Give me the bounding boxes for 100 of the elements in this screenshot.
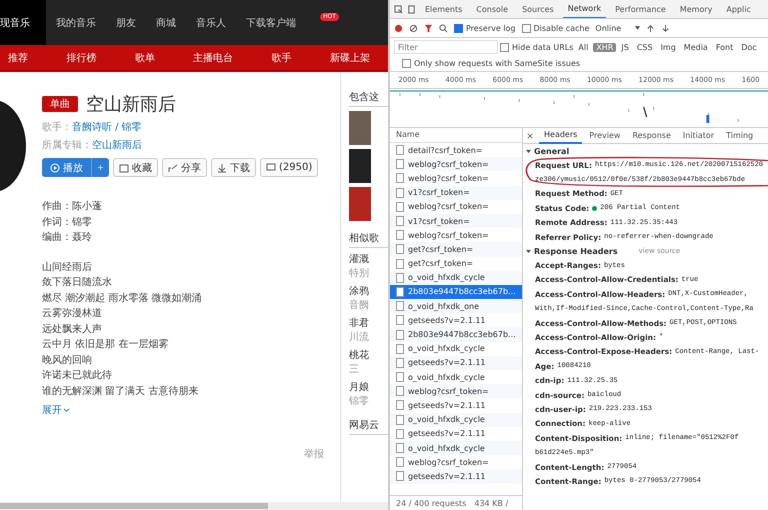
samesite-checkbox[interactable]: Only show requests with SameSite issues <box>402 59 580 68</box>
nav-link[interactable]: 朋友 <box>106 0 146 45</box>
inspect-icon[interactable] <box>394 4 403 14</box>
request-row[interactable]: weblog?csrf_token= <box>390 157 522 172</box>
request-row[interactable]: 2b803e9447b8cc3eb67b... <box>390 284 522 300</box>
similar-song-title[interactable]: 灌溉 <box>349 252 388 266</box>
search-icon[interactable] <box>439 24 448 32</box>
disable-cache-checkbox[interactable]: Disable cache <box>522 24 590 32</box>
clear-icon[interactable] <box>409 24 418 32</box>
download-button[interactable]: 下载 <box>211 158 256 177</box>
request-row[interactable]: getseeds?v=2.1.11 <box>390 469 522 484</box>
devtools-tab[interactable]: Console <box>471 0 514 18</box>
request-row[interactable]: o_void_hfxdk_cycle <box>390 440 522 456</box>
sub-nav-link[interactable]: 主播电台 <box>189 50 238 66</box>
request-row[interactable]: weblog?csrf_token= <box>390 455 522 470</box>
request-row[interactable]: o_void_hfxdk_cycle <box>390 342 522 356</box>
similar-song-title[interactable]: 非君 <box>349 316 388 330</box>
sub-nav-link[interactable]: 歌手 <box>268 50 296 66</box>
comment-button[interactable]: (2950) <box>260 158 318 177</box>
play-button[interactable]: 播放 <box>42 158 91 177</box>
devtools-tab[interactable]: Elements <box>420 0 468 18</box>
request-row[interactable]: get?csrf_token= <box>390 256 522 271</box>
lyric-line: 谁的无解深渊 留了满天 古意待朋来 <box>42 384 200 398</box>
request-row[interactable]: getseeds?v=2.1.11 <box>390 356 522 370</box>
similar-song-title[interactable]: 桃花 <box>349 348 388 362</box>
request-row[interactable]: weblog?csrf_token= <box>390 384 522 398</box>
similar-song-title[interactable]: 涂鸦 <box>349 284 388 298</box>
similar-song-title[interactable]: 月娘 <box>349 380 388 394</box>
nav-link[interactable]: 下载客户端 <box>236 0 306 45</box>
type-filter[interactable]: CSS <box>634 42 656 52</box>
download-icon[interactable] <box>661 24 670 32</box>
device-icon[interactable] <box>407 4 416 14</box>
request-row[interactable]: o_void_hfxdk_cycle <box>390 370 522 384</box>
request-row[interactable]: getseeds?v=2.1.11 <box>390 398 522 413</box>
nav-link[interactable]: 商城 <box>146 0 186 45</box>
type-filter[interactable]: XHR <box>593 42 616 52</box>
request-row[interactable]: o_void_hfxdk_cycle <box>390 270 522 285</box>
request-row[interactable]: 2b803e9447b8cc3eb67b... <box>390 327 522 342</box>
type-filter[interactable]: Font <box>712 42 736 52</box>
photo-placeholder <box>349 111 371 145</box>
request-row[interactable]: o_void_hfxdk_one <box>390 299 522 314</box>
detail-tab[interactable]: Initiator <box>678 128 720 142</box>
section-title[interactable]: Response Headers <box>534 246 618 256</box>
detail-tab[interactable]: Timing <box>721 128 758 142</box>
detail-tab[interactable]: Preview <box>584 128 626 142</box>
file-icon <box>396 428 404 439</box>
expand-link[interactable]: 展开 <box>42 403 70 417</box>
request-row[interactable]: getseeds?v=2.1.11 <box>390 313 522 328</box>
collect-button[interactable]: 收藏 <box>113 158 158 177</box>
name-column-header[interactable]: Name <box>390 128 522 143</box>
file-icon <box>396 386 404 396</box>
detail-tab[interactable]: Headers <box>539 128 582 144</box>
upload-icon[interactable] <box>646 24 656 32</box>
type-filter[interactable]: Doc <box>738 42 760 52</box>
expanded-triangle-icon[interactable] <box>526 148 531 154</box>
type-filter[interactable]: JS <box>618 42 632 52</box>
section-title[interactable]: General <box>534 146 570 156</box>
plus-icon <box>98 164 103 171</box>
devtools-tab[interactable]: Performance <box>610 0 671 18</box>
request-row[interactable]: v1?csrf_token= <box>390 186 522 200</box>
sub-nav-link[interactable]: 排行榜 <box>62 50 100 66</box>
nav-link[interactable]: 现音乐 <box>0 0 46 45</box>
nav-link[interactable]: 我的音乐 <box>46 0 106 45</box>
similar-song-artist: 锦零 <box>349 395 370 408</box>
request-row[interactable]: weblog?csrf_token= <box>390 171 522 186</box>
devtools-tab[interactable]: Sources <box>517 0 559 18</box>
type-filter[interactable]: Media <box>680 42 711 52</box>
expanded-triangle-icon[interactable] <box>526 248 531 254</box>
request-row[interactable]: o_void_hfxdk_cycle <box>390 412 522 427</box>
file-icon <box>396 286 404 297</box>
request-row[interactable]: detail?csrf_token= <box>390 143 522 158</box>
devtools-tab[interactable]: Memory <box>674 0 718 18</box>
request-row[interactable]: getseeds?v=2.1.11 <box>390 426 522 441</box>
album-link[interactable]: 空山新雨后 <box>92 138 142 152</box>
request-row[interactable]: weblog?csrf_token= <box>390 228 522 242</box>
type-filter[interactable]: All <box>575 42 592 52</box>
type-filter[interactable]: Img <box>658 42 679 52</box>
hide-data-urls-checkbox[interactable]: Hide data URLs <box>500 42 574 52</box>
devtools-tab[interactable]: Applic <box>721 0 756 18</box>
close-icon[interactable] <box>527 132 533 138</box>
file-icon <box>396 443 404 454</box>
lyric-line: 远处飘来人声 <box>42 322 103 336</box>
request-row[interactable]: get?csrf_token= <box>390 242 522 256</box>
request-row[interactable]: weblog?csrf_token= <box>390 200 522 214</box>
add-button[interactable] <box>91 158 109 177</box>
filter-field[interactable]: Filter <box>394 40 498 54</box>
sub-nav-link[interactable]: 推荐 <box>4 50 32 66</box>
filter-icon[interactable] <box>424 24 433 32</box>
singer-link[interactable]: 音阙诗听 / 锦零 <box>72 120 142 134</box>
devtools-tab[interactable]: Network <box>562 0 606 18</box>
sub-nav-link[interactable]: 新碟上架 <box>326 50 374 66</box>
horizontal-scrollbar[interactable] <box>0 502 388 510</box>
detail-tab[interactable]: Response <box>627 128 676 142</box>
share-button[interactable]: 分享 <box>162 158 207 177</box>
preserve-log-checkbox[interactable]: Preserve log <box>454 24 516 32</box>
throttle-dropdown[interactable]: Online <box>595 24 640 32</box>
request-row[interactable]: v1?csrf_token= <box>390 214 522 228</box>
record-icon[interactable] <box>394 24 403 32</box>
sub-nav-link[interactable]: 歌单 <box>130 50 159 66</box>
nav-link[interactable]: 音乐人 <box>186 0 236 45</box>
